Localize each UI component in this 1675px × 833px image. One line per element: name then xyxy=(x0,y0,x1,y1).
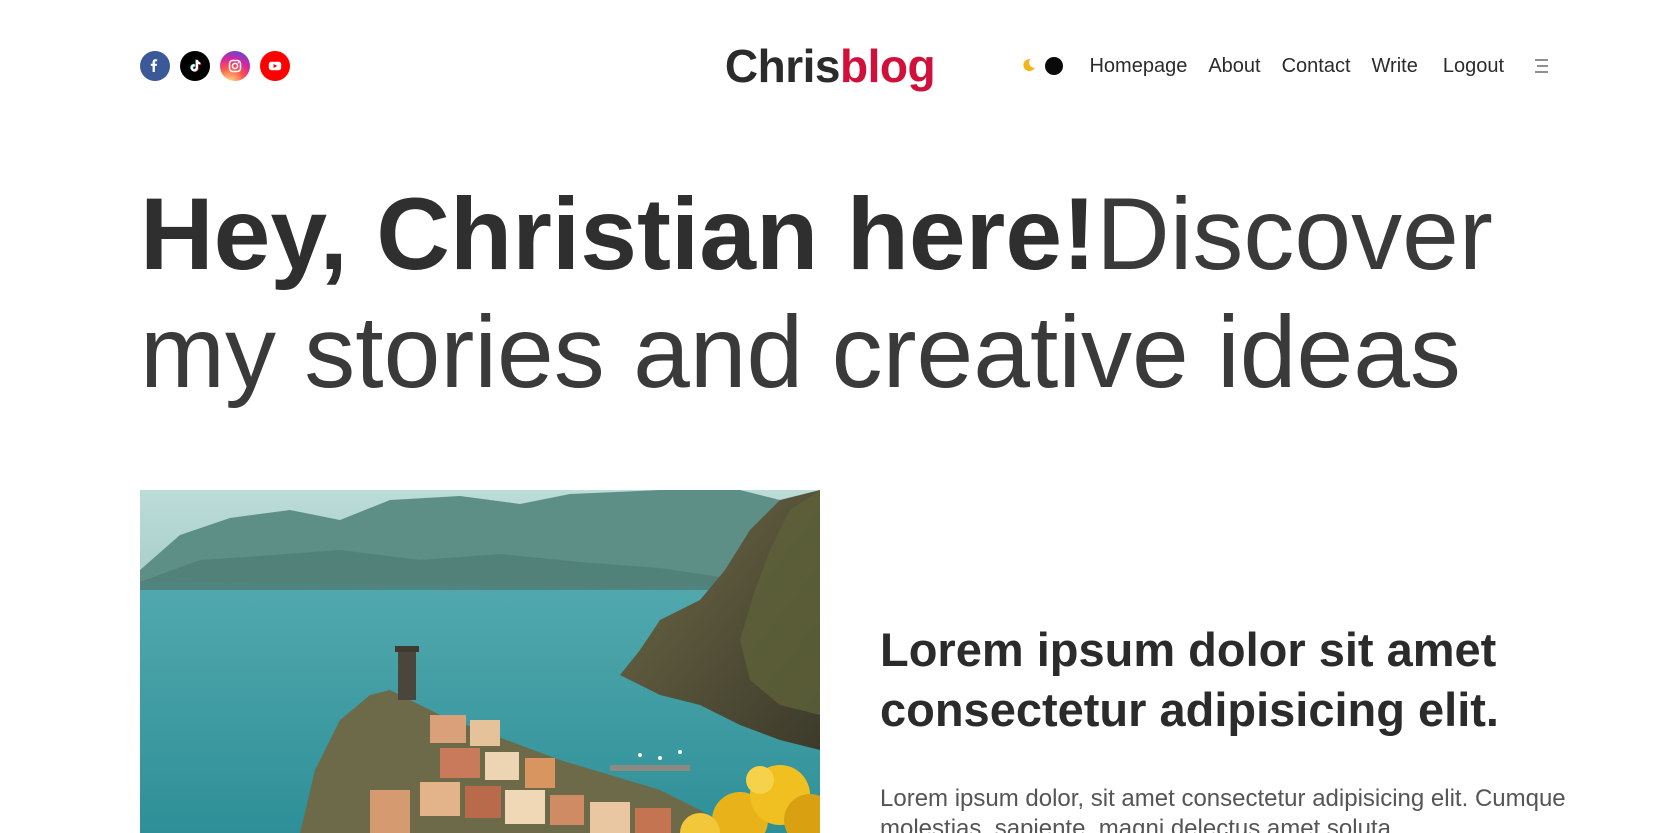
post-excerpt: Lorem ipsum dolor, sit amet consectetur … xyxy=(880,785,1566,833)
header-right: Homepage About Contact Write Logout xyxy=(1017,53,1550,79)
facebook-icon[interactable] xyxy=(140,51,170,81)
hero-bold: Hey, Christian here! xyxy=(140,177,1097,291)
featured-image[interactable] xyxy=(140,490,820,833)
social-links xyxy=(140,51,290,81)
tiktok-icon[interactable] xyxy=(180,51,210,81)
nav-about[interactable]: About xyxy=(1208,55,1260,78)
site-logo[interactable]: Chris blog xyxy=(680,38,980,94)
moon-icon xyxy=(1023,59,1036,72)
toggle-knob xyxy=(1045,57,1064,75)
nav-homepage[interactable]: Homepage xyxy=(1089,55,1187,78)
theme-toggle[interactable] xyxy=(1017,53,1069,79)
hero-heading: Hey, Christian here!Discover my stories … xyxy=(140,175,1560,411)
main-nav: Homepage About Contact Write Logout xyxy=(1089,55,1504,78)
post-title[interactable]: Lorem ipsum dolor sit amet consectetur a… xyxy=(880,620,1580,740)
instagram-icon[interactable] xyxy=(220,51,250,81)
logo-part-1: Chris xyxy=(724,40,841,92)
page: Chris blog Homepage About Contact Write L… xyxy=(0,0,1675,833)
youtube-icon[interactable] xyxy=(260,51,290,81)
header: Chris blog Homepage About Contact Write L… xyxy=(140,38,1550,94)
featured-post: Lorem ipsum dolor sit amet consectetur a… xyxy=(880,620,1580,833)
nav-contact[interactable]: Contact xyxy=(1282,55,1351,78)
logo-part-2: blog xyxy=(840,40,936,92)
menu-icon[interactable] xyxy=(1530,56,1550,76)
nav-write[interactable]: Write xyxy=(1372,55,1418,78)
nav-logout[interactable]: Logout xyxy=(1443,55,1504,78)
